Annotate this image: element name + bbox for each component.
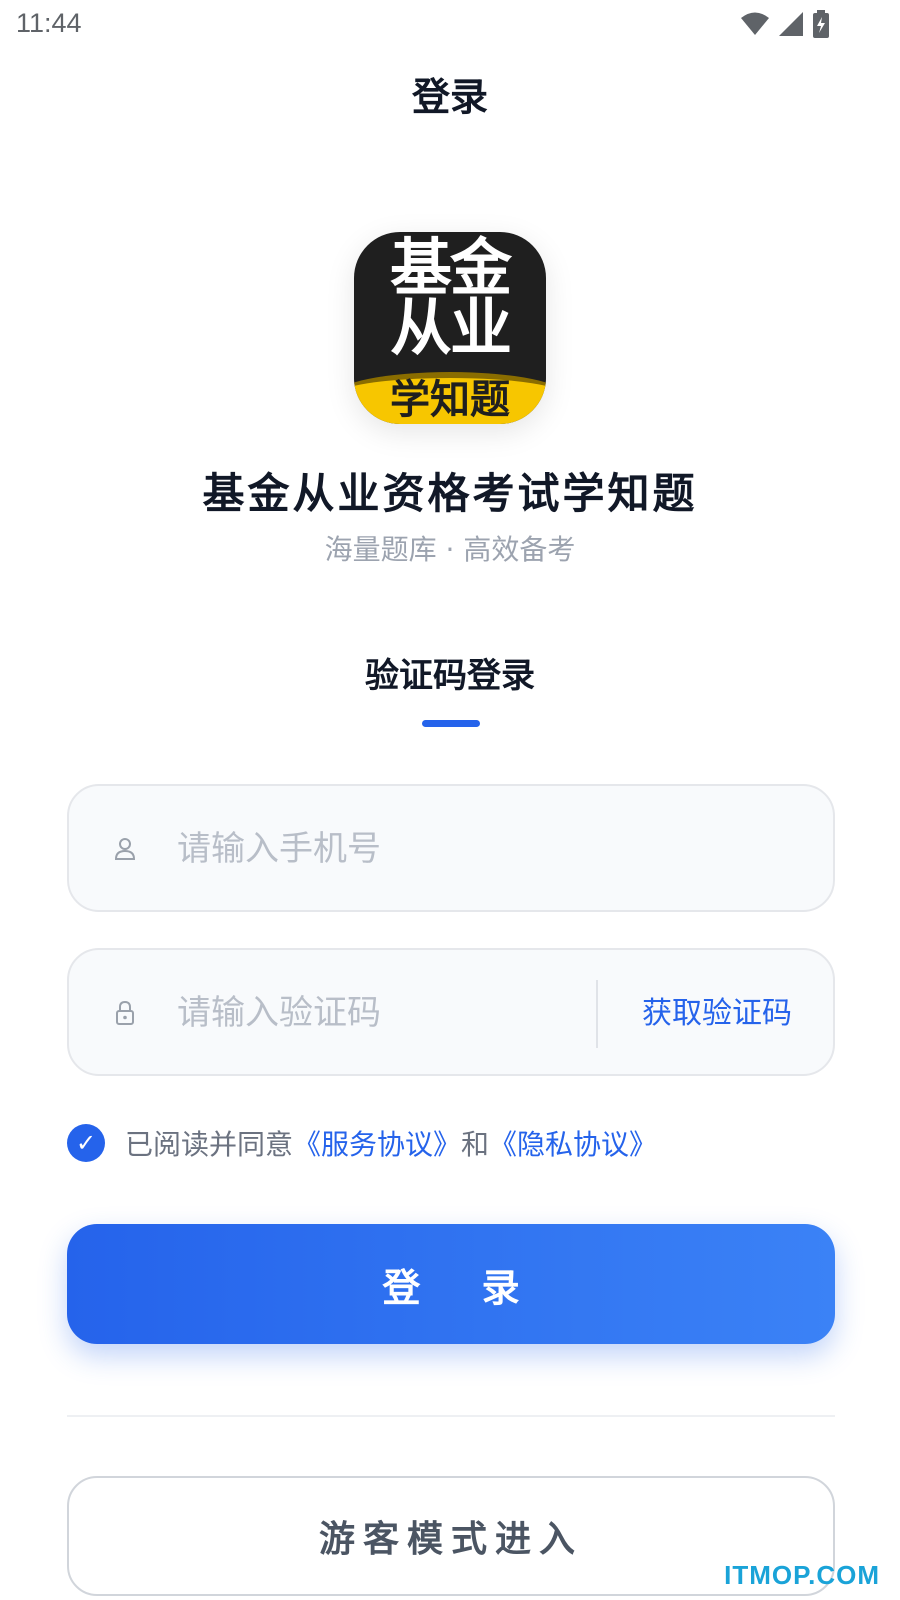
agreement-prefix: 已阅读并同意 xyxy=(125,1128,294,1161)
status-time: 11:44 xyxy=(16,8,82,38)
app-logo: 基金 从业 学知题 xyxy=(354,232,546,424)
code-input[interactable] xyxy=(177,980,577,1046)
agreement-row: ✓ 已阅读并同意 《服务协议》 和 《隐私协议》 xyxy=(67,1122,657,1164)
agreement-checkbox[interactable]: ✓ xyxy=(67,1124,105,1162)
app-slogan: 海量题库 · 高效备考 xyxy=(324,533,576,566)
signal-icon xyxy=(779,12,803,36)
user-icon xyxy=(114,838,136,860)
wifi-icon xyxy=(741,12,769,35)
code-field-divider xyxy=(596,980,598,1048)
lock-icon xyxy=(116,1000,134,1025)
get-code-button[interactable]: 获取验证码 xyxy=(617,990,817,1038)
status-icons xyxy=(740,10,830,38)
code-field[interactable]: 获取验证码 xyxy=(67,948,835,1076)
login-button[interactable]: 登 录 xyxy=(67,1224,835,1344)
phone-input[interactable] xyxy=(177,816,597,882)
watermark: ITMOP.COM xyxy=(724,1560,880,1590)
service-agreement-link[interactable]: 《服务协议》 xyxy=(293,1123,461,1163)
logo-text-line2: 从业 xyxy=(389,291,512,364)
guest-mode-button[interactable]: 游客模式进入 xyxy=(67,1476,835,1596)
status-bar: 11:44 xyxy=(0,0,900,50)
phone-field[interactable] xyxy=(67,784,835,912)
tab-sms-login[interactable]: 验证码登录 xyxy=(0,648,900,697)
app-name: 基金从业资格考试学知题 xyxy=(202,469,698,518)
tab-active-indicator xyxy=(422,720,480,727)
check-icon: ✓ xyxy=(75,1129,97,1157)
page-title: 登录 xyxy=(411,75,488,119)
logo-text-line3: 学知题 xyxy=(390,377,510,423)
divider xyxy=(67,1415,835,1417)
privacy-agreement-link[interactable]: 《隐私协议》 xyxy=(489,1123,657,1163)
agreement-conjunction: 和 xyxy=(461,1128,490,1161)
battery-icon xyxy=(813,10,829,38)
